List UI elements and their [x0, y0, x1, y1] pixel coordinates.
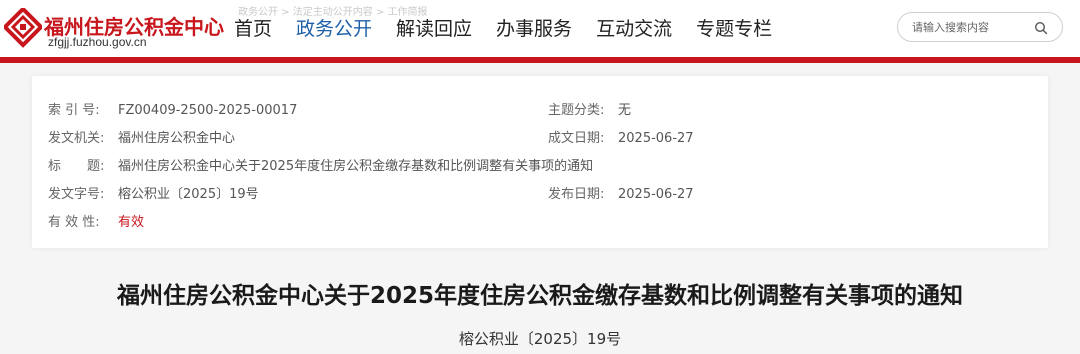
- info-published-date: 发布日期: 2025-06-27: [548, 183, 694, 202]
- info-docno-value: 榕公积业〔2025〕19号: [118, 187, 259, 202]
- info-issuer: 发文机关: 福州住房公积金中心: [48, 127, 235, 146]
- main-nav: 首页 政务公开 解读回应 办事服务 互动交流 专题专栏: [234, 10, 796, 44]
- info-doc-number: 发文字号: 榕公积业〔2025〕19号: [48, 183, 259, 202]
- info-topic: 主题分类: 无: [548, 99, 631, 118]
- document-info-card: 索 引 号: FZ00409-2500-2025-00017 主题分类: 无 发文机…: [32, 76, 1048, 248]
- nav-item-interaction[interactable]: 互动交流: [596, 14, 672, 41]
- info-validity-label: 有 效 性:: [48, 215, 100, 230]
- logo-emblem-icon: [4, 8, 42, 48]
- info-title-label: 标 题:: [48, 159, 105, 174]
- info-validity-value: 有效: [118, 215, 145, 230]
- site-header: 福州住房公积金中心 zfgjj.fuzhou.gov.cn 政务公开 > 法定主…: [0, 0, 1080, 57]
- info-topic-value: 无: [618, 103, 632, 118]
- info-title-value: 福州住房公积金中心关于2025年度住房公积金缴存基数和比例调整有关事项的通知: [118, 159, 594, 174]
- info-created-date: 成文日期: 2025-06-27: [548, 127, 694, 146]
- search-icon[interactable]: [1034, 21, 1048, 35]
- info-title: 标 题: 福州住房公积金中心关于2025年度住房公积金缴存基数和比例调整有关事项的…: [48, 155, 593, 174]
- info-topic-label: 主题分类:: [548, 103, 605, 118]
- info-docno-label: 发文字号:: [48, 187, 105, 202]
- info-validity: 有 效 性: 有效: [48, 211, 144, 230]
- nav-item-interpretation[interactable]: 解读回应: [396, 14, 472, 41]
- info-published-label: 发布日期:: [548, 187, 605, 202]
- header-divider: [0, 57, 1080, 63]
- search-input[interactable]: [912, 19, 1032, 36]
- site-logo[interactable]: 福州住房公积金中心 zfgjj.fuzhou.gov.cn: [4, 6, 244, 52]
- info-created-value: 2025-06-27: [618, 131, 694, 146]
- info-published-value: 2025-06-27: [618, 187, 694, 202]
- info-index-value: FZ00409-2500-2025-00017: [118, 103, 298, 118]
- nav-item-services[interactable]: 办事服务: [496, 14, 572, 41]
- logo-domain: zfgjj.fuzhou.gov.cn: [48, 35, 147, 49]
- nav-item-special-topics[interactable]: 专题专栏: [696, 14, 772, 41]
- info-issuer-value: 福州住房公积金中心: [118, 131, 236, 146]
- info-issuer-label: 发文机关:: [48, 131, 105, 146]
- info-index-label: 索 引 号:: [48, 103, 100, 118]
- article-title: 福州住房公积金中心关于2025年度住房公积金缴存基数和比例调整有关事项的通知: [116, 283, 963, 309]
- info-created-label: 成文日期:: [548, 131, 605, 146]
- nav-item-government-affairs[interactable]: 政务公开: [296, 14, 372, 41]
- article-doc-number: 榕公积业〔2025〕19号: [458, 330, 622, 348]
- nav-item-home[interactable]: 首页: [234, 14, 272, 41]
- info-index: 索 引 号: FZ00409-2500-2025-00017: [48, 99, 297, 118]
- search-box: [897, 12, 1063, 42]
